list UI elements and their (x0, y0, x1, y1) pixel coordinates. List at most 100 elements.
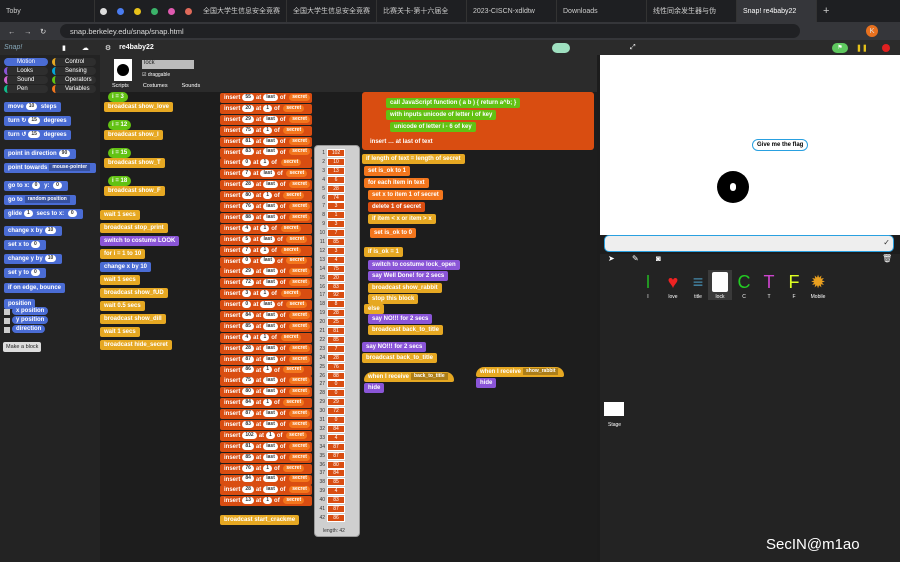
value[interactable]: 102 (327, 149, 345, 157)
reporter-checkbox[interactable] (4, 318, 10, 324)
reporter-checkbox[interactable] (4, 309, 10, 315)
insert-block[interactable]: insert 28 at last of secret (220, 180, 312, 191)
script-block[interactable]: set x to item 1 of secret (368, 190, 443, 200)
value[interactable]: 28 (327, 353, 345, 362)
insert-block[interactable]: insert 75 at 1 of secret (220, 125, 312, 136)
snap-logo[interactable]: Snap! (4, 44, 44, 51)
script-block[interactable]: insert … at last of text (366, 137, 437, 147)
tab-lcg[interactable]: 线性同余发生器与伪 (647, 0, 737, 22)
message-dropdown[interactable]: show_rabbit (523, 367, 559, 375)
value[interactable]: 83 (327, 282, 345, 291)
value[interactable]: 85 (327, 478, 345, 487)
palette-block[interactable]: point in direction 90 (4, 149, 77, 159)
condition-block[interactable]: i = 3 (108, 92, 128, 102)
sprite-t[interactable]: TT (757, 270, 781, 300)
script-block[interactable]: say NO!!! for 2 secs (368, 314, 433, 324)
value-slot[interactable]: 86 (242, 366, 254, 374)
palette-block[interactable]: change x by 10 (4, 226, 63, 236)
hat-block[interactable]: when I receive back_to_title (364, 372, 454, 382)
tab-ciscn-1[interactable]: 全国大学生信息安全竞赛 (197, 0, 287, 22)
script-block[interactable]: broadcast show_I (104, 130, 163, 140)
insert-block[interactable]: insert 83 at last of secret (220, 147, 312, 158)
sprite-mobile[interactable]: ✹ Mobile (806, 270, 830, 300)
value-slot[interactable]: 29 (242, 268, 254, 276)
index-dropdown[interactable]: 1 (260, 333, 270, 341)
value[interactable]: 3 (327, 202, 345, 211)
value[interactable]: 4 (327, 255, 345, 264)
palette-block[interactable]: go to random position (4, 195, 76, 205)
script-block[interactable]: broadcast show_F (104, 186, 165, 196)
insert-block[interactable]: insert 75 at last of secret (220, 376, 312, 387)
palette-block[interactable]: set y to 0 (4, 268, 46, 278)
script-block[interactable]: say NO!!! for 2 secs (362, 342, 427, 352)
make-block-button[interactable]: Make a block (3, 342, 42, 352)
value[interactable]: 87 (327, 451, 345, 460)
insert-block[interactable]: insert 102 at 1 of secret (220, 430, 312, 441)
insert-block[interactable]: insert 5 at last of secret (220, 234, 312, 245)
index-dropdown[interactable]: 1 (266, 431, 275, 439)
pinned-tab-icon[interactable] (151, 7, 158, 15)
index-dropdown[interactable]: last (260, 301, 276, 309)
script-block[interactable]: broadcast show_fUD (100, 288, 168, 298)
category-pen[interactable]: Pen (4, 85, 48, 93)
reporter-x-position[interactable]: x position (12, 307, 49, 315)
insert-block[interactable]: insert 7 at 1 of secret (220, 245, 312, 256)
hide-block[interactable]: hide (476, 378, 497, 388)
broadcast-start-crackme[interactable]: broadcast start_crackme (220, 515, 300, 525)
index-dropdown[interactable]: last (260, 170, 276, 178)
sprite-title[interactable]: ≡ title (686, 270, 710, 300)
value-slot[interactable]: 4 (242, 224, 252, 232)
value[interactable]: 13 (327, 166, 345, 175)
value[interactable]: 84 (327, 469, 345, 478)
category-operators[interactable]: Operators (52, 76, 96, 84)
insert-block[interactable]: insert 55 at last of secret (220, 93, 312, 103)
value-slot[interactable]: 4 (242, 333, 252, 341)
insert-block[interactable]: insert 29 at last of secret (220, 267, 312, 278)
value[interactable]: 28 (327, 184, 345, 193)
message-dropdown[interactable]: back_to_title (411, 372, 448, 380)
pinned-tab-icon[interactable] (117, 7, 124, 15)
value[interactable]: 83 (327, 496, 345, 505)
script-block[interactable]: switch to costume lock_open (368, 260, 460, 270)
script-block[interactable]: wait 1 secs (100, 275, 140, 285)
insert-block[interactable]: insert 84 at last of secret (220, 311, 312, 321)
value[interactable]: 7 (327, 229, 345, 238)
value-slot[interactable]: 81 (242, 137, 254, 145)
value-slot[interactable]: 13 (242, 497, 254, 505)
cloud-icon[interactable]: ☁ (82, 44, 89, 52)
index-dropdown[interactable]: 1 (263, 464, 273, 472)
script-block[interactable]: else (364, 304, 384, 314)
condition-block[interactable]: i = 15 (108, 148, 132, 158)
reload-icon[interactable]: ↻ (40, 27, 46, 36)
value-slot[interactable]: 84 (242, 311, 254, 319)
url-input[interactable]: snap.berkeley.edu/snap/snap.html (60, 24, 800, 38)
script-block[interactable]: stop this block (368, 294, 419, 304)
draggable-checkbox[interactable]: ☑ draggable (142, 72, 170, 78)
script-block[interactable]: for each item in text (364, 178, 429, 188)
index-dropdown[interactable]: 1 (263, 192, 273, 200)
index-dropdown[interactable]: last (263, 115, 278, 123)
index-dropdown[interactable]: last (263, 279, 278, 287)
value[interactable]: 87 (327, 442, 345, 451)
insert-block[interactable]: insert 13 at 1 of secret (220, 496, 312, 507)
script-block[interactable]: say Well Done! for 2 secs (368, 271, 449, 281)
value[interactable]: 81 (327, 327, 345, 335)
green-flag-button[interactable]: ⚑ (832, 42, 848, 53)
sprite-name-input[interactable]: lock (142, 60, 194, 69)
value[interactable]: 25 (327, 318, 345, 327)
tab-downloads[interactable]: Downloads (557, 0, 647, 22)
value-slot[interactable]: 80 (242, 388, 254, 396)
insert-block[interactable]: insert 0 at last of secret (220, 256, 312, 267)
index-dropdown[interactable]: last (260, 257, 276, 265)
stage-size-toggle[interactable] (552, 42, 570, 53)
index-dropdown[interactable]: last (263, 442, 278, 450)
insert-block[interactable]: insert 72 at last of secret (220, 278, 312, 289)
script-block[interactable]: wait 0.5 secs (100, 301, 145, 311)
value-slot[interactable]: 3 (242, 290, 252, 298)
script-block[interactable]: wait 1 secs (100, 327, 140, 337)
value-slot[interactable]: 84 (242, 475, 254, 483)
insert-block[interactable]: insert 76 at last of secret (220, 202, 312, 212)
script-block[interactable]: broadcast show_T (104, 158, 165, 168)
sprite-c[interactable]: CC (732, 270, 756, 300)
tab-ciscn-2[interactable]: 全国大学生信息安全竞赛 (287, 0, 377, 22)
